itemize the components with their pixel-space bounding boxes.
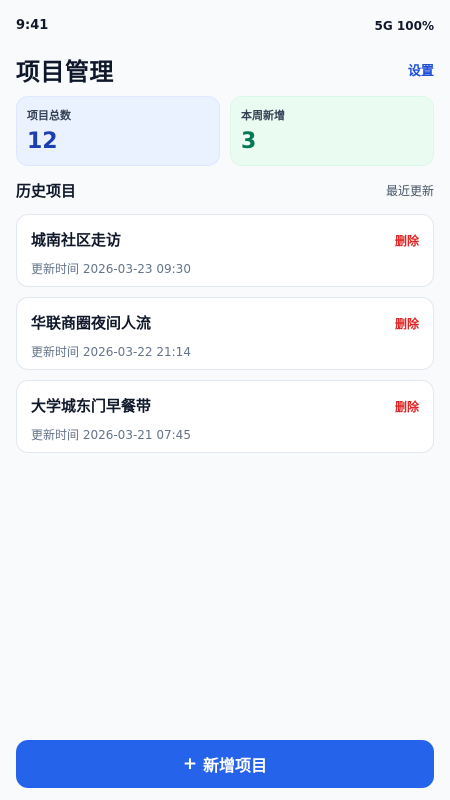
- project-name: 华联商圈夜间人流: [31, 314, 152, 332]
- section-header: 历史项目 最近更新: [16, 180, 434, 201]
- plus-icon: +: [182, 753, 198, 774]
- delete-button[interactable]: 删除: [395, 398, 419, 415]
- status-time: 9:41: [16, 18, 49, 33]
- project-card[interactable]: 大学城东门早餐带 更新时间 2026-03-21 07:45 删除: [16, 380, 434, 453]
- project-list: 城南社区走访 更新时间 2026-03-23 09:30 删除 华联商圈夜间人流…: [16, 214, 434, 463]
- stats-row: 项目总数 12 本周新增 3: [16, 96, 434, 166]
- project-name: 大学城东门早餐带: [31, 397, 152, 415]
- status-network: 5G 100%: [374, 18, 434, 33]
- project-card[interactable]: 华联商圈夜间人流 更新时间 2026-03-22 21:14 删除: [16, 297, 434, 370]
- status-bar: 9:41 5G 100%: [16, 18, 434, 33]
- sort-button[interactable]: 最近更新: [386, 182, 434, 199]
- project-name: 城南社区走访: [31, 231, 122, 249]
- add-project-button[interactable]: + 新增项目: [16, 740, 434, 788]
- delete-button[interactable]: 删除: [395, 315, 419, 332]
- page-header: 项目管理 设置: [16, 52, 434, 87]
- section-title: 历史项目: [16, 182, 77, 200]
- stat-value-week: 3: [241, 129, 257, 154]
- stat-card-week: 本周新增 3: [230, 96, 434, 166]
- page-title: 项目管理: [16, 58, 114, 86]
- stat-label-total: 项目总数: [27, 109, 71, 122]
- project-updated-time: 更新时间 2026-03-21 07:45: [31, 428, 191, 442]
- add-project-label: 新增项目: [203, 756, 268, 775]
- settings-button[interactable]: 设置: [408, 60, 434, 79]
- app-screen: 9:41 5G 100% 项目管理 设置 项目总数 12 本周新增 3 历史项目…: [0, 0, 450, 800]
- project-updated-time: 更新时间 2026-03-23 09:30: [31, 262, 191, 276]
- project-card[interactable]: 城南社区走访 更新时间 2026-03-23 09:30 删除: [16, 214, 434, 287]
- stat-label-week: 本周新增: [241, 109, 285, 122]
- stat-value-total: 12: [27, 129, 58, 154]
- delete-button[interactable]: 删除: [395, 232, 419, 249]
- project-updated-time: 更新时间 2026-03-22 21:14: [31, 345, 191, 359]
- stat-card-total: 项目总数 12: [16, 96, 220, 166]
